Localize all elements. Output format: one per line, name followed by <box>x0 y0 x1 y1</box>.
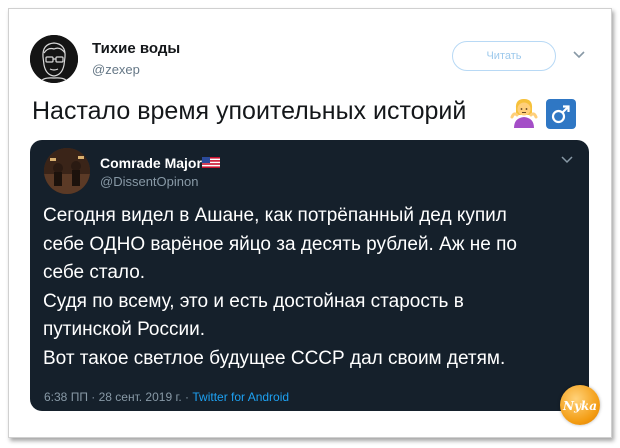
site-watermark-logo: Nyka <box>560 385 600 425</box>
quoted-author-name[interactable]: Comrade Major <box>100 155 202 171</box>
author-handle[interactable]: @zexep <box>92 62 140 77</box>
quoted-tweet[interactable]: Comrade Major @DissentOpinon Сегодня вид… <box>30 140 589 411</box>
quoted-text-line: себе стало. <box>43 262 146 283</box>
quoted-text-line: Судя по всему, это и есть достойная стар… <box>43 290 464 312</box>
quoted-tweet-meta: 6:38 ПП · 28 сент. 2019 г. · Twitter for… <box>44 390 289 404</box>
author-name[interactable]: Тихие воды <box>92 40 180 57</box>
svg-text:Nyka: Nyka <box>562 399 597 413</box>
male-sign-icon <box>546 99 576 129</box>
person-shrugging-emoji-icon <box>510 99 538 128</box>
tweet-timestamp[interactable]: 6:38 ПП · 28 сент. 2019 г. · <box>44 390 192 404</box>
quoted-text-line: Вот такое светлое будущее СССР дал своим… <box>43 347 506 369</box>
follow-button[interactable]: Читать <box>452 41 556 71</box>
quoted-text-line: Сегодня видел в Ашане, как потрёпанный д… <box>43 205 507 226</box>
quoted-text-line: путинской России. <box>43 319 205 340</box>
caret-down-icon[interactable] <box>572 50 586 60</box>
quoted-caret-down-icon[interactable] <box>561 156 573 164</box>
tweet-text: Настало время упоительных историй <box>32 97 467 125</box>
us-flag-icon <box>202 157 220 168</box>
quoted-text-line: себе ОДНО варёное яйцо за десять рублей.… <box>43 233 517 255</box>
quoted-author-handle[interactable]: @DissentOpinon <box>100 174 198 189</box>
tweet-source-link[interactable]: Twitter for Android <box>192 390 289 404</box>
author-avatar[interactable] <box>30 35 78 83</box>
quoted-tweet-text: Сегодня видел в Ашане, как потрёпанный д… <box>43 202 578 373</box>
quoted-author-avatar[interactable] <box>44 148 90 194</box>
